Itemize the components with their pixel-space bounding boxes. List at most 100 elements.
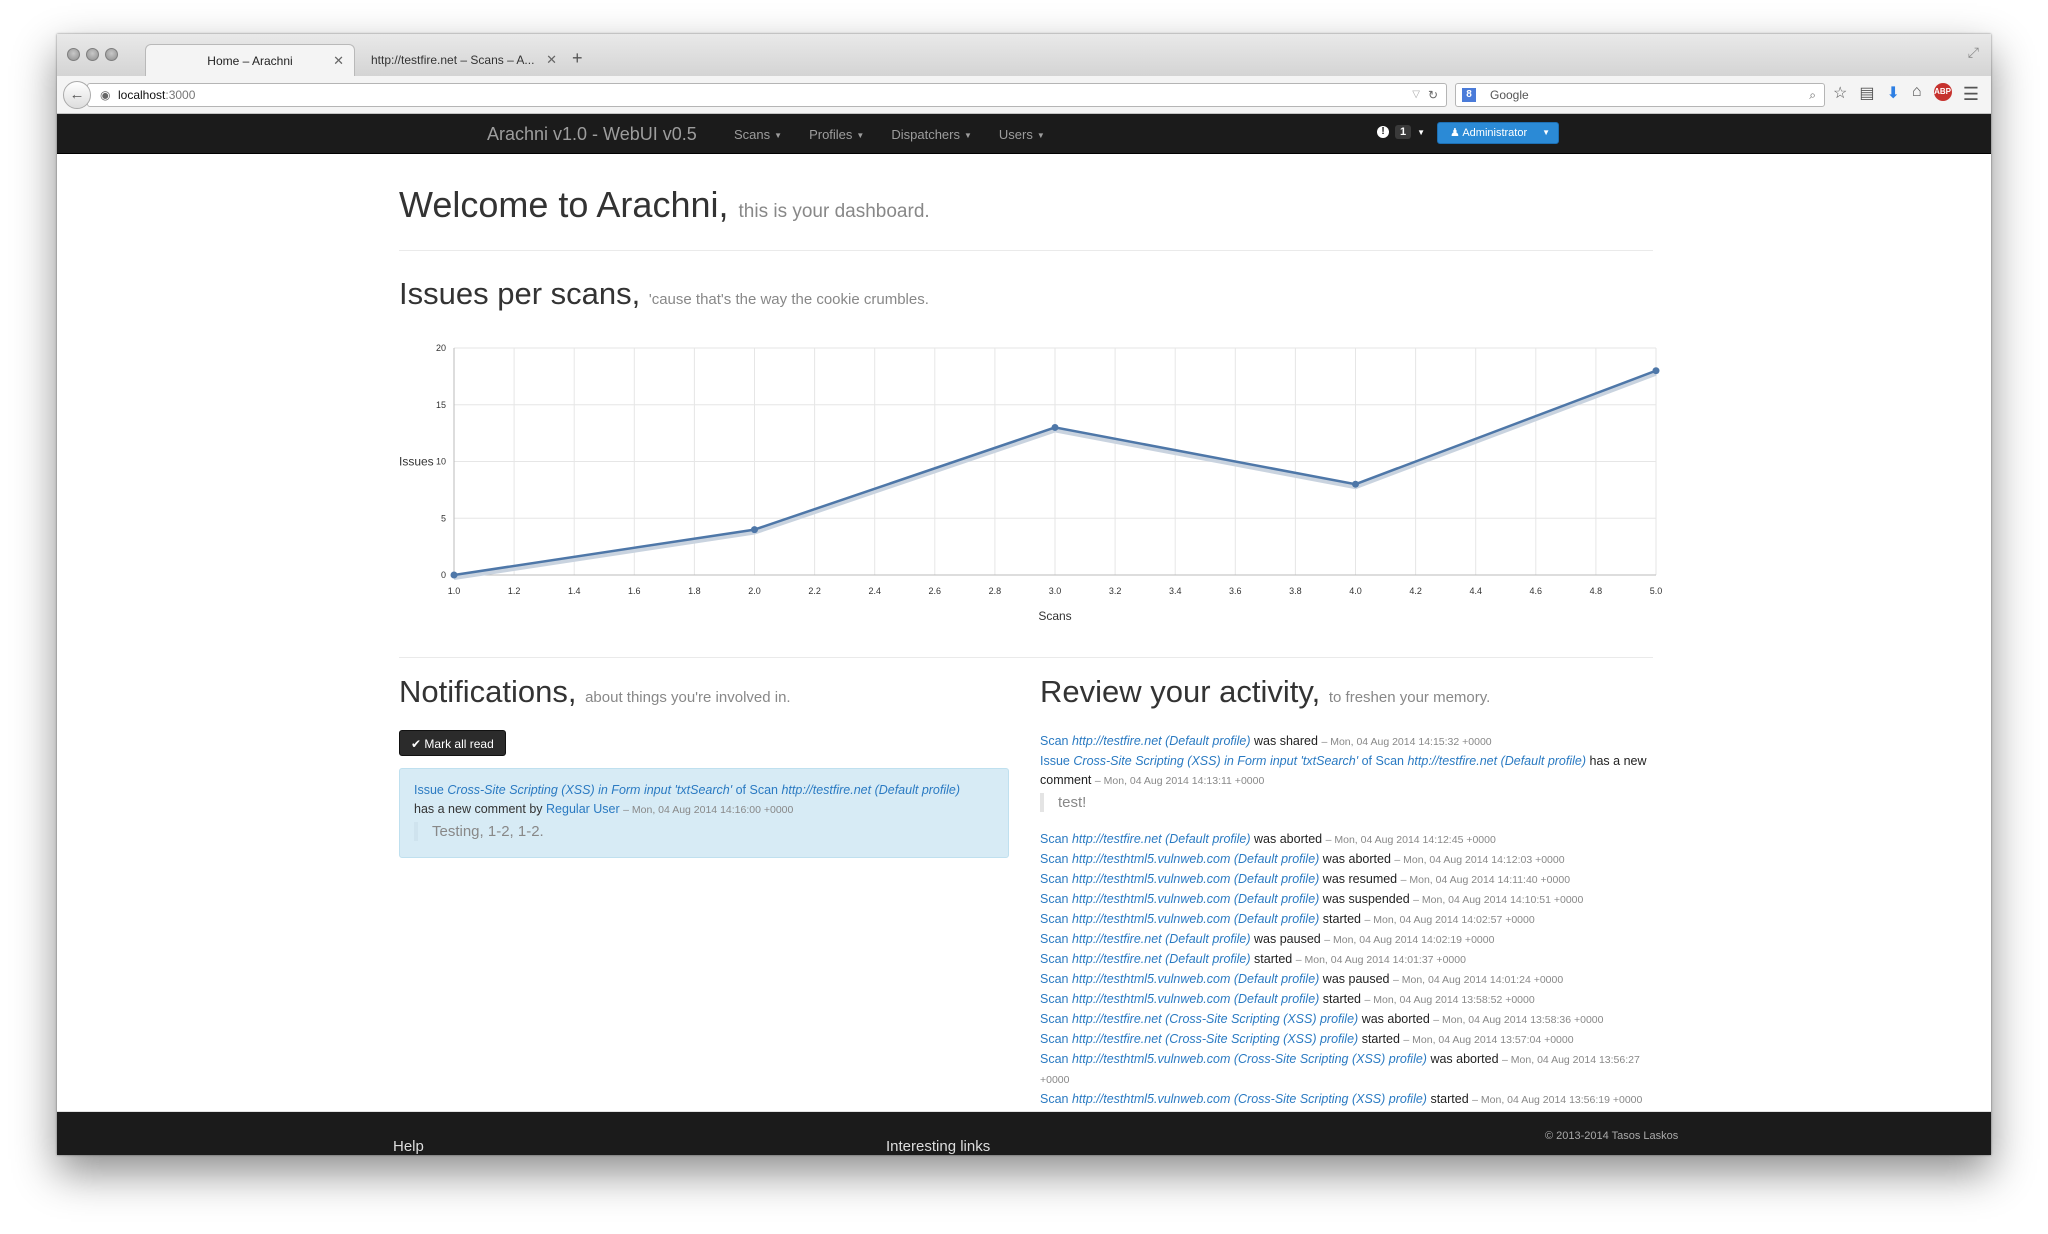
notification-scan-link[interactable]: http://testfire.net (Default profile) <box>781 783 960 797</box>
url-bar[interactable]: ◉ localhost:3000 ▽ ↻ <box>87 83 1447 107</box>
activity-scan-link[interactable]: http://testhtml5.vulnweb.com (Default pr… <box>1072 912 1319 926</box>
url-dropdown-icon[interactable]: ▽ <box>1412 84 1420 106</box>
check-icon: ✔ <box>411 737 422 751</box>
tab-scans[interactable]: http://testfire.net – Scans – A... ✕ <box>357 44 567 76</box>
activity-scan-prefix[interactable]: Scan <box>1040 1012 1069 1026</box>
zoom-window-icon[interactable] <box>105 48 118 61</box>
activity-scan-link[interactable]: http://testfire.net (Default profile) <box>1072 832 1251 846</box>
activity-scan-prefix[interactable]: Scan <box>1040 832 1069 846</box>
data-point <box>1051 423 1059 431</box>
activity-scan-prefix[interactable]: Scan <box>1040 992 1069 1006</box>
x-tick-label: 1.2 <box>508 586 521 596</box>
fullscreen-icon[interactable]: ⤢ <box>1968 44 1979 61</box>
activity-scan-link[interactable]: http://testhtml5.vulnweb.com (Default pr… <box>1072 972 1319 986</box>
data-point <box>1652 367 1660 375</box>
x-tick-label: 2.8 <box>989 586 1002 596</box>
notification-time: – Mon, 04 Aug 2014 14:16:00 +0000 <box>623 804 794 816</box>
activity-action: was aborted <box>1322 852 1391 866</box>
menu-icon[interactable]: ☰ <box>1963 84 1979 105</box>
x-tick-label: 4.8 <box>1590 586 1603 596</box>
activity-scan-prefix[interactable]: Scan <box>1040 952 1069 966</box>
issues-chart: 1.0 1.2 1.4 1.6 1.8 2.0 2.2 2.4 2.6 2.8 3.0 3.2 3.4 3… <box>399 332 1669 623</box>
nav-users[interactable]: Users ▼ <box>999 127 1045 142</box>
search-icon[interactable]: ⌕ <box>1809 84 1816 106</box>
activity-time: – Mon, 04 Aug 2014 14:11:40 +0000 <box>1400 874 1571 886</box>
nav-profiles[interactable]: Profiles ▼ <box>809 127 864 142</box>
activity-scan-prefix[interactable]: Scan <box>1040 972 1069 986</box>
home-icon[interactable]: ⌂ <box>1912 83 1922 103</box>
activity-scan-prefix[interactable]: Scan <box>1040 734 1069 748</box>
user-menu-button[interactable]: ♟ Administrator ▼ <box>1437 122 1559 144</box>
activity-scan-link[interactable]: http://testfire.net (Default profile) <box>1072 734 1251 748</box>
notification-comment: Testing, 1-2, 1-2. <box>414 822 994 841</box>
minimize-window-icon[interactable] <box>86 48 99 61</box>
mark-all-read-button[interactable]: ✔ Mark all read <box>399 730 506 756</box>
activity-scan-prefix[interactable]: of Scan <box>1362 754 1404 768</box>
activity-scan-link[interactable]: http://testhtml5.vulnweb.com (Default pr… <box>1072 872 1319 886</box>
activity-scan-prefix[interactable]: Scan <box>1040 852 1069 866</box>
tab-label: Home – Arachni <box>207 53 293 68</box>
x-tick-label: 4.4 <box>1469 586 1482 596</box>
activity-scan-link[interactable]: http://testfire.net (Cross-Site Scriptin… <box>1072 1032 1358 1046</box>
back-button[interactable]: ← <box>63 81 91 109</box>
activity-scan-prefix[interactable]: Scan <box>1040 912 1069 926</box>
bookmarks-list-icon[interactable]: ▤ <box>1859 83 1874 103</box>
caret-down-icon: ▼ <box>1417 127 1426 137</box>
activity-item: Scan http://testhtml5.vulnweb.com (Cross… <box>1040 1050 1652 1090</box>
activity-action: was paused <box>1254 932 1321 946</box>
x-tick-label: 3.4 <box>1169 586 1182 596</box>
activity-scan-link[interactable]: http://testhtml5.vulnweb.com (Default pr… <box>1072 992 1319 1006</box>
y-tick-label: 5 <box>441 513 446 523</box>
notification-issue-link[interactable]: Cross-Site Scripting (XSS) in Form input… <box>447 783 732 797</box>
reload-icon[interactable]: ↻ <box>1428 84 1438 106</box>
activity-scan-link[interactable]: http://testhtml5.vulnweb.com (Cross-Site… <box>1072 1092 1427 1106</box>
activity-scan-prefix[interactable]: Scan <box>1040 1052 1069 1066</box>
brand-link[interactable]: Arachni v1.0 - WebUI v0.5 <box>487 124 697 145</box>
notifications-dropdown[interactable]: ! 1 ▼ <box>1377 125 1425 139</box>
search-engine-icon[interactable]: 8 <box>1462 88 1476 102</box>
adblock-icon[interactable]: ABP <box>1933 83 1952 101</box>
activity-scan-prefix[interactable]: Scan <box>1040 892 1069 906</box>
bookmark-star-icon[interactable]: ☆ <box>1833 83 1847 103</box>
activity-item: Scan http://testhtml5.vulnweb.com (Defau… <box>1040 990 1652 1010</box>
nav-dispatchers[interactable]: Dispatchers ▼ <box>891 127 972 142</box>
notification-user-link[interactable]: Regular User <box>546 802 620 816</box>
activity-scan-link[interactable]: http://testhtml5.vulnweb.com (Default pr… <box>1072 892 1319 906</box>
caret-down-icon: ▼ <box>1542 128 1550 137</box>
activity-scan-prefix[interactable]: Scan <box>1040 1092 1069 1106</box>
activity-issue-prefix[interactable]: Issue <box>1040 754 1070 768</box>
x-tick-label: 3.0 <box>1049 586 1062 596</box>
x-tick-label: 1.0 <box>448 586 461 596</box>
footer-help: Help <box>393 1138 424 1155</box>
activity-scan-prefix[interactable]: Scan <box>1040 872 1069 886</box>
activity-time: – Mon, 04 Aug 2014 14:02:57 +0000 <box>1364 914 1535 926</box>
close-tab-icon[interactable]: ✕ <box>333 53 344 69</box>
x-axis-label: Scans <box>1038 609 1071 622</box>
activity-scan-link[interactable]: http://testfire.net (Cross-Site Scriptin… <box>1072 1012 1358 1026</box>
x-tick-label: 4.2 <box>1409 586 1422 596</box>
activity-scan-prefix[interactable]: Scan <box>1040 1032 1069 1046</box>
activity-scan-prefix[interactable]: Scan <box>1040 932 1069 946</box>
activity-scan-link[interactable]: http://testfire.net (Default profile) <box>1407 754 1586 768</box>
nav-dispatchers-label: Dispatchers <box>891 127 960 142</box>
activity-scan-link[interactable]: http://testfire.net (Default profile) <box>1072 952 1251 966</box>
search-bar[interactable]: 8 Google ⌕ <box>1455 83 1825 107</box>
download-icon[interactable]: ⬇ <box>1886 83 1899 103</box>
caret-down-icon: ▼ <box>856 131 865 141</box>
close-window-icon[interactable] <box>67 48 80 61</box>
activity-scan-link[interactable]: http://testfire.net (Default profile) <box>1072 932 1251 946</box>
tab-home[interactable]: Home – Arachni ✕ <box>145 44 355 76</box>
url-host: localhost <box>118 88 166 102</box>
activity-issue-link[interactable]: Cross-Site Scripting (XSS) in Form input… <box>1073 754 1358 768</box>
activity-scan-link[interactable]: http://testhtml5.vulnweb.com (Cross-Site… <box>1072 1052 1427 1066</box>
notification-scan-prefix[interactable]: of Scan <box>736 783 778 797</box>
activity-time: – Mon, 04 Aug 2014 14:12:03 +0000 <box>1394 854 1565 866</box>
activity-scan-link[interactable]: http://testhtml5.vulnweb.com (Default pr… <box>1072 852 1319 866</box>
close-tab-icon[interactable]: ✕ <box>546 52 557 68</box>
notification-issue-prefix[interactable]: Issue <box>414 783 444 797</box>
nav-scans[interactable]: Scans ▼ <box>734 127 782 142</box>
x-tick-label: 5.0 <box>1650 586 1663 596</box>
new-tab-button[interactable]: + <box>572 48 583 69</box>
activity-item: Scan http://testhtml5.vulnweb.com (Defau… <box>1040 910 1652 930</box>
notification-item: Issue Cross-Site Scripting (XSS) in Form… <box>399 768 1009 858</box>
